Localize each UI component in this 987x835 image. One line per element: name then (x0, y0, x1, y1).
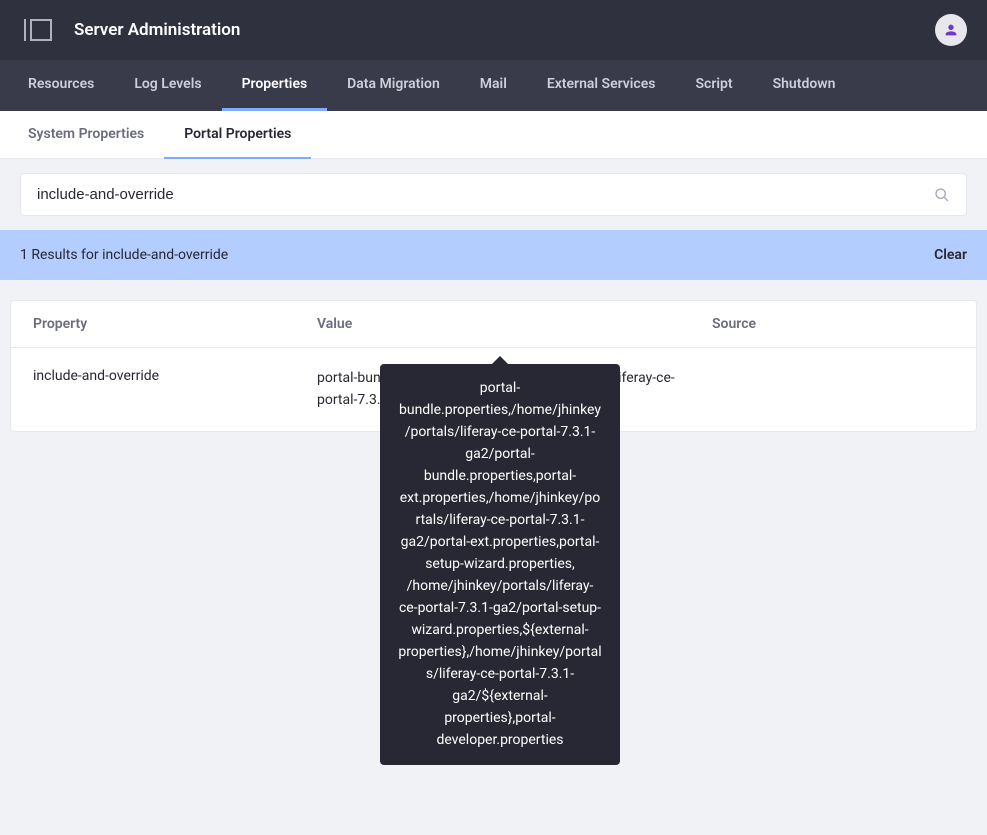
menu-toggle[interactable] (24, 19, 52, 41)
sub-nav: System Properties Portal Properties (0, 111, 987, 159)
cell-source (712, 368, 954, 411)
sub-tab-portal-properties[interactable]: Portal Properties (164, 111, 311, 159)
main-nav: Resources Log Levels Properties Data Mig… (0, 60, 987, 111)
tab-resources[interactable]: Resources (8, 60, 114, 111)
tab-data-migration[interactable]: Data Migration (327, 60, 460, 111)
cell-property: include-and-override (33, 368, 317, 411)
tab-shutdown[interactable]: Shutdown (753, 60, 856, 111)
column-value: Value (317, 316, 712, 332)
column-property: Property (33, 316, 317, 332)
results-count: 1 Results for include-and-override (20, 247, 228, 263)
menu-icon (30, 19, 52, 41)
column-source: Source (712, 316, 954, 332)
tab-external-services[interactable]: External Services (527, 60, 676, 111)
tab-mail[interactable]: Mail (460, 60, 527, 111)
search-icon[interactable] (918, 187, 966, 203)
sub-tab-system-properties[interactable]: System Properties (8, 111, 164, 159)
tab-script[interactable]: Script (675, 60, 752, 111)
page-title: Server Administration (74, 20, 240, 40)
table-header: Property Value Source (11, 301, 976, 348)
properties-table: Property Value Source include-and-overri… (10, 300, 977, 432)
value-tooltip: portal-bundle.properties,/home/jhinkey/p… (380, 364, 620, 765)
avatar[interactable] (935, 14, 967, 46)
clear-button[interactable]: Clear (934, 247, 967, 263)
tab-log-levels[interactable]: Log Levels (114, 60, 221, 111)
app-header: Server Administration (0, 0, 987, 60)
results-bar: 1 Results for include-and-override Clear (0, 230, 987, 280)
search-box (20, 173, 967, 216)
tab-properties[interactable]: Properties (222, 60, 328, 111)
content: Property Value Source include-and-overri… (0, 280, 987, 452)
header-left: Server Administration (24, 19, 240, 41)
search-bar (0, 159, 987, 230)
user-icon (943, 22, 959, 38)
search-input[interactable] (21, 174, 918, 215)
